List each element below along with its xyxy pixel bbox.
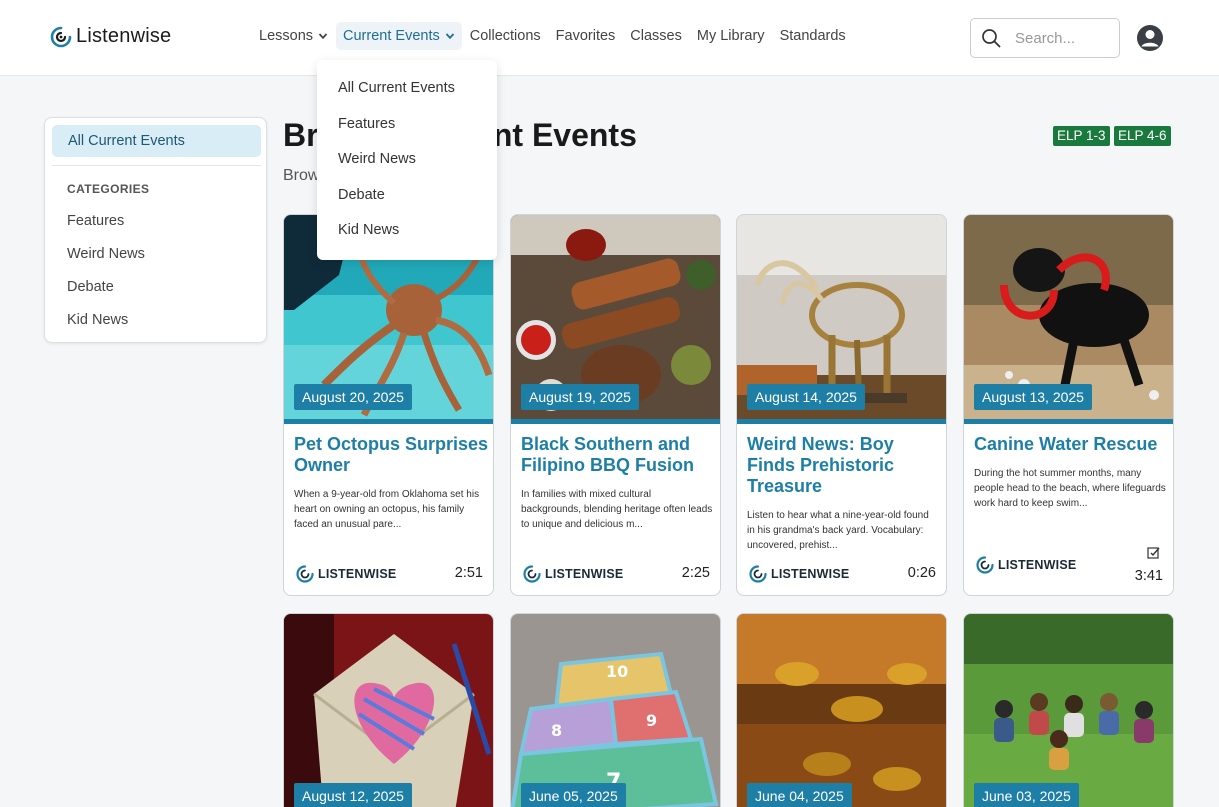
card-image xyxy=(964,614,1173,807)
sidebar-item-debate[interactable]: Debate xyxy=(67,279,114,295)
card-title[interactable]: Canine Water Rescue xyxy=(974,434,1169,455)
current-event-card[interactable]: August 19, 2025 Black Southern and Filip… xyxy=(510,214,721,596)
card-description: Listen to hear what a nine-year-old foun… xyxy=(747,510,929,551)
elp-4-6-badge[interactable]: ELP 4-6 xyxy=(1114,126,1171,146)
dropdown-item-features[interactable]: Features xyxy=(317,112,497,148)
audio-duration: 3:41 xyxy=(1134,568,1163,584)
card-brand: LISTENWISE xyxy=(523,565,623,583)
listenwise-icon xyxy=(976,556,994,574)
nav-my-library[interactable]: My Library xyxy=(690,22,772,50)
main-nav: Lessons Current Events Collections Favor… xyxy=(252,22,854,50)
nav-current-events-label: Current Events xyxy=(343,28,440,44)
current-event-card[interactable]: August 13, 2025 Canine Water Rescue Duri… xyxy=(963,214,1174,596)
date-badge: August 13, 2025 xyxy=(974,384,1092,410)
current-event-card[interactable]: June 04, 2025 xyxy=(736,613,947,807)
card-title[interactable]: Black Southern and Filipino BBQ Fusion xyxy=(521,434,716,476)
date-badge: June 05, 2025 xyxy=(521,783,626,807)
card-title[interactable]: Pet Octopus Surprises Owner xyxy=(294,434,489,476)
user-avatar-icon[interactable] xyxy=(1136,24,1164,52)
card-image: 10 9 8 7 xyxy=(511,614,720,807)
nav-classes[interactable]: Classes xyxy=(623,22,689,50)
brand-label: LISTENWISE xyxy=(545,567,624,581)
current-event-card[interactable]: June 03, 2025 xyxy=(963,613,1174,807)
audio-duration: 0:26 xyxy=(907,565,936,581)
date-badge: August 20, 2025 xyxy=(294,384,412,410)
nav-lessons[interactable]: Lessons xyxy=(252,22,335,50)
chevron-down-icon xyxy=(445,33,454,40)
card-image xyxy=(284,614,493,807)
nav-favorites-label: Favorites xyxy=(555,28,616,44)
current-event-card[interactable]: August 12, 2025 xyxy=(283,613,494,807)
date-badge: August 14, 2025 xyxy=(747,384,865,410)
card-accent-bar xyxy=(511,419,720,424)
date-badge: June 03, 2025 xyxy=(974,783,1079,807)
current-event-card[interactable]: 10 9 8 7 June 05, 2025 xyxy=(510,613,721,807)
assignment-icon[interactable] xyxy=(1147,546,1161,560)
logo-icon xyxy=(50,26,72,47)
date-badge: August 19, 2025 xyxy=(521,384,639,410)
nav-collections-label: Collections xyxy=(469,28,541,44)
sidebar-item-weird-news[interactable]: Weird News xyxy=(67,246,145,262)
svg-text:10: 10 xyxy=(606,662,628,681)
audio-duration: 2:25 xyxy=(681,565,710,581)
listenwise-logo[interactable]: Listenwise xyxy=(50,25,171,48)
search-box xyxy=(970,18,1120,58)
nav-classes-label: Classes xyxy=(630,28,682,44)
card-description: When a 9-year-old from Oklahoma set his … xyxy=(294,489,480,530)
brand-label: LISTENWISE xyxy=(318,567,397,581)
card-brand: LISTENWISE xyxy=(296,565,396,583)
category-sidebar: All Current Events CATEGORIES Features W… xyxy=(44,117,267,343)
nav-lessons-label: Lessons xyxy=(259,28,314,44)
nav-favorites[interactable]: Favorites xyxy=(549,22,623,50)
date-badge: June 04, 2025 xyxy=(747,783,852,807)
listenwise-icon xyxy=(749,565,767,583)
svg-text:9: 9 xyxy=(646,711,657,730)
sidebar-item-features[interactable]: Features xyxy=(67,213,124,229)
audio-duration: 2:51 xyxy=(454,565,483,581)
card-brand: LISTENWISE xyxy=(976,556,1076,574)
nav-standards[interactable]: Standards xyxy=(773,22,853,50)
current-events-dropdown: All Current Events Features Weird News D… xyxy=(317,60,497,260)
sidebar-item-kid-news[interactable]: Kid News xyxy=(67,312,128,328)
card-title[interactable]: Weird News: Boy Finds Prehistoric Treasu… xyxy=(747,434,942,497)
brand-label: LISTENWISE xyxy=(998,558,1077,572)
card-brand: LISTENWISE xyxy=(749,565,849,583)
sidebar-heading: CATEGORIES xyxy=(67,182,150,196)
current-event-card[interactable]: August 20, 2025 Pet Octopus Surprises Ow… xyxy=(283,214,494,596)
listenwise-icon xyxy=(523,565,541,583)
listenwise-icon xyxy=(296,565,314,583)
card-description: During the hot summer months, many peopl… xyxy=(974,468,1166,509)
dropdown-item-kid-news[interactable]: Kid News xyxy=(317,218,497,254)
elp-1-3-badge[interactable]: ELP 1-3 xyxy=(1053,126,1110,146)
nav-my-library-label: My Library xyxy=(696,28,765,44)
card-accent-bar xyxy=(737,419,946,424)
sidebar-item-all-current-events[interactable]: All Current Events xyxy=(52,125,261,157)
nav-current-events[interactable]: Current Events xyxy=(336,22,462,50)
sidebar-divider xyxy=(52,165,261,166)
search-input[interactable] xyxy=(1015,29,1110,47)
date-badge: August 12, 2025 xyxy=(294,783,412,807)
dropdown-item-all-current-events[interactable]: All Current Events xyxy=(317,76,497,112)
logo-text: Listenwise xyxy=(76,25,172,47)
dropdown-item-weird-news[interactable]: Weird News xyxy=(317,147,497,183)
card-accent-bar xyxy=(284,419,493,424)
card-description: In families with mixed cultural backgrou… xyxy=(521,489,713,530)
nav-standards-label: Standards xyxy=(779,28,846,44)
nav-collections[interactable]: Collections xyxy=(463,22,548,50)
svg-text:8: 8 xyxy=(551,721,562,740)
brand-label: LISTENWISE xyxy=(771,567,850,581)
search-icon xyxy=(982,29,1001,48)
chevron-down-icon xyxy=(318,33,328,40)
dropdown-item-debate[interactable]: Debate xyxy=(317,183,497,219)
top-header: Listenwise Lessons Current Events Collec… xyxy=(0,0,1219,76)
card-image xyxy=(737,614,946,807)
current-event-card[interactable]: August 14, 2025 Weird News: Boy Finds Pr… xyxy=(736,214,947,596)
card-accent-bar xyxy=(964,419,1173,424)
